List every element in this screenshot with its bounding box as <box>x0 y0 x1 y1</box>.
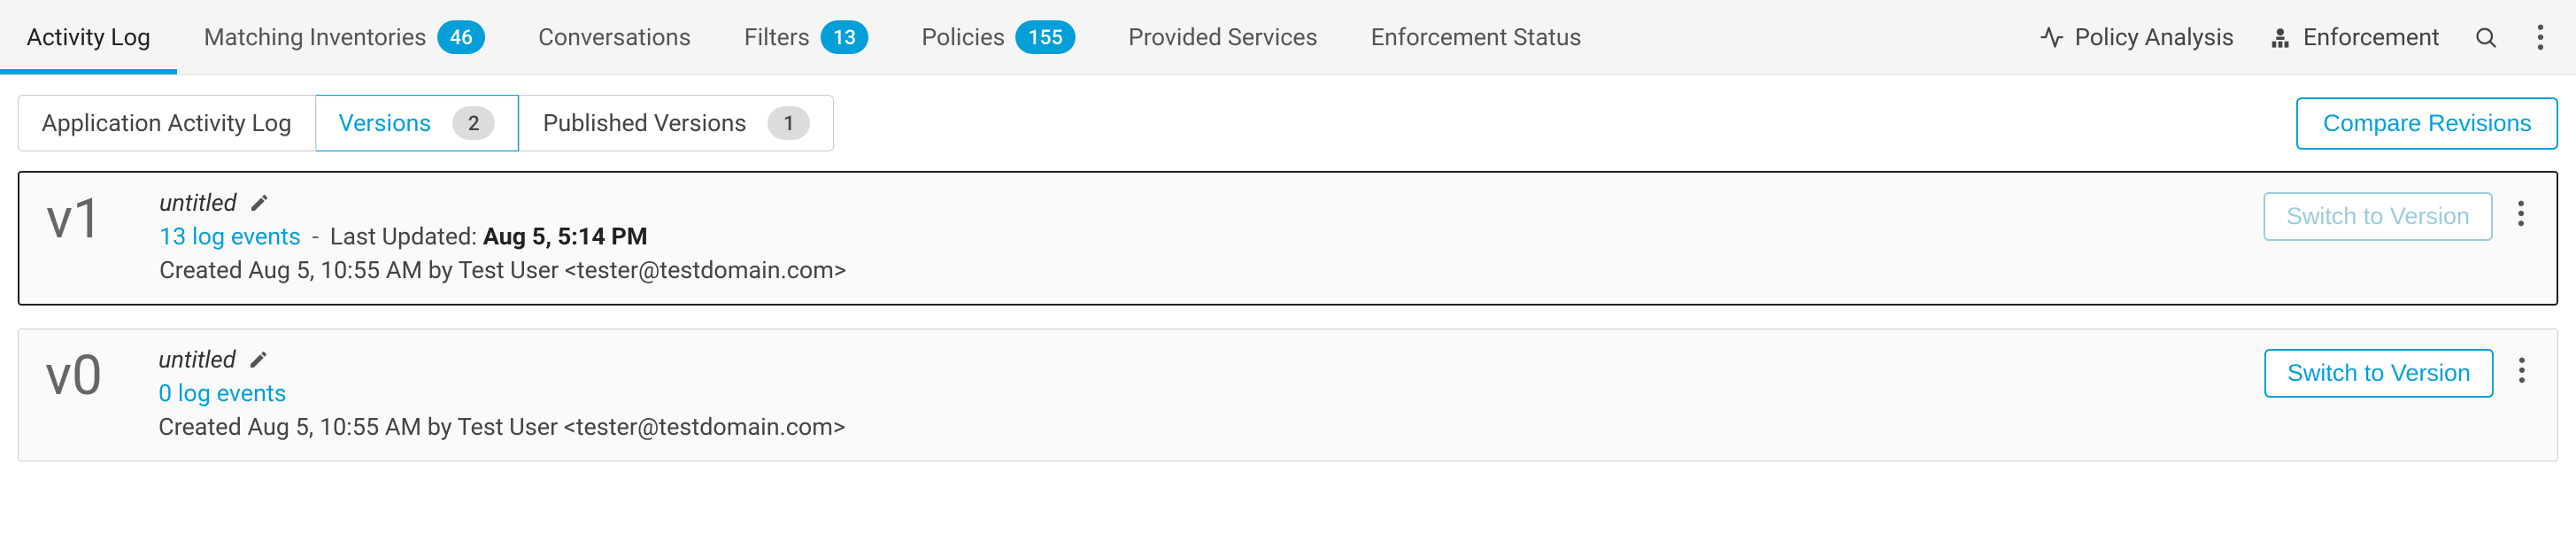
tab-filters[interactable]: Filters 13 <box>718 0 895 74</box>
top-nav-right: Policy Analysis Enforcement <box>2040 20 2558 54</box>
switch-to-version-button[interactable]: Switch to Version <box>2264 192 2493 241</box>
nav-label: Policy Analysis <box>2075 23 2234 51</box>
version-id: v1 <box>46 189 135 247</box>
updated-label: Last Updated: <box>330 222 483 251</box>
search-button[interactable] <box>2473 25 2498 50</box>
version-title: untitled <box>159 189 236 217</box>
sub-tabs-row: Application Activity Log Versions 2 Publ… <box>0 75 2576 171</box>
kebab-icon <box>2518 357 2526 383</box>
tab-label: Policies <box>922 23 1005 51</box>
subtab-published-versions[interactable]: Published Versions 1 <box>519 95 834 151</box>
log-events-link[interactable]: 13 log events <box>159 222 301 251</box>
tab-conversations[interactable]: Conversations <box>512 0 718 74</box>
tab-label: Filters <box>744 23 810 51</box>
log-events-link[interactable]: 0 log events <box>158 379 287 407</box>
enforcement-icon <box>2268 25 2293 50</box>
version-actions: Switch to Version <box>2264 345 2531 398</box>
subtab-label: Versions <box>339 109 432 137</box>
top-nav-left: Activity Log Matching Inventories 46 Con… <box>0 0 1608 74</box>
tab-enforcement-status[interactable]: Enforcement Status <box>1345 0 1608 74</box>
updated-value: Aug 5, 5:14 PM <box>483 222 648 251</box>
more-menu[interactable] <box>2532 20 2549 54</box>
edit-icon[interactable] <box>248 349 269 370</box>
badge: 13 <box>821 20 868 54</box>
sub-tab-group: Application Activity Log Versions 2 Publ… <box>18 95 834 151</box>
version-title: untitled <box>158 345 235 374</box>
tab-activity-log[interactable]: Activity Log <box>0 0 177 74</box>
version-title-row: untitled <box>159 189 2239 217</box>
version-id: v0 <box>45 345 134 404</box>
tab-label: Matching Inventories <box>204 23 427 51</box>
created-line: Created Aug 5, 10:55 AM by Test User <te… <box>159 256 2239 284</box>
kebab-icon <box>2518 200 2525 227</box>
badge: 46 <box>437 20 485 54</box>
edit-icon[interactable] <box>249 192 270 213</box>
badge: 2 <box>452 106 495 140</box>
nav-enforcement[interactable]: Enforcement <box>2268 23 2440 51</box>
version-title-row: untitled <box>158 345 2240 374</box>
version-body: untitled 13 log events - Last Updated: A… <box>159 189 2239 284</box>
search-icon <box>2473 25 2498 50</box>
version-meta-line: 13 log events - Last Updated: Aug 5, 5:1… <box>159 222 2239 251</box>
button-label: Switch to Version <box>2287 360 2471 386</box>
nav-label: Enforcement <box>2303 23 2440 51</box>
tab-policies[interactable]: Policies 155 <box>895 0 1102 74</box>
tab-label: Provided Services <box>1129 23 1318 51</box>
button-label: Compare Revisions <box>2323 110 2532 136</box>
kebab-icon <box>2537 24 2544 50</box>
switch-to-version-button[interactable]: Switch to Version <box>2264 349 2494 398</box>
badge: 155 <box>1015 20 1075 54</box>
tab-label: Activity Log <box>27 23 150 51</box>
version-cards: v1 untitled 13 log events - Last Updated… <box>0 171 2576 479</box>
separator: - <box>306 222 325 251</box>
version-card[interactable]: v1 untitled 13 log events - Last Updated… <box>18 171 2558 306</box>
top-nav: Activity Log Matching Inventories 46 Con… <box>0 0 2576 75</box>
version-card[interactable]: v0 untitled 0 log events Created Aug 5, … <box>18 329 2558 461</box>
tab-label: Enforcement Status <box>1371 23 1582 51</box>
activity-icon <box>2040 25 2064 50</box>
created-line: Created Aug 5, 10:55 AM by Test User <te… <box>158 413 2240 441</box>
version-body: untitled 0 log events Created Aug 5, 10:… <box>158 345 2240 441</box>
version-more-menu[interactable] <box>2513 353 2531 393</box>
button-label: Switch to Version <box>2287 203 2470 229</box>
subtab-app-activity-log[interactable]: Application Activity Log <box>18 95 316 151</box>
tab-matching-inventories[interactable]: Matching Inventories 46 <box>177 0 512 74</box>
tab-provided-services[interactable]: Provided Services <box>1102 0 1345 74</box>
badge: 1 <box>767 106 810 140</box>
nav-policy-analysis[interactable]: Policy Analysis <box>2040 23 2234 51</box>
version-meta-line: 0 log events <box>158 379 2240 407</box>
tab-label: Conversations <box>538 23 691 51</box>
compare-revisions-button[interactable]: Compare Revisions <box>2296 97 2558 150</box>
subtab-label: Application Activity Log <box>42 109 292 137</box>
version-actions: Switch to Version <box>2264 189 2530 241</box>
version-more-menu[interactable] <box>2512 197 2530 236</box>
subtab-versions[interactable]: Versions 2 <box>316 95 520 151</box>
subtab-label: Published Versions <box>543 109 746 137</box>
